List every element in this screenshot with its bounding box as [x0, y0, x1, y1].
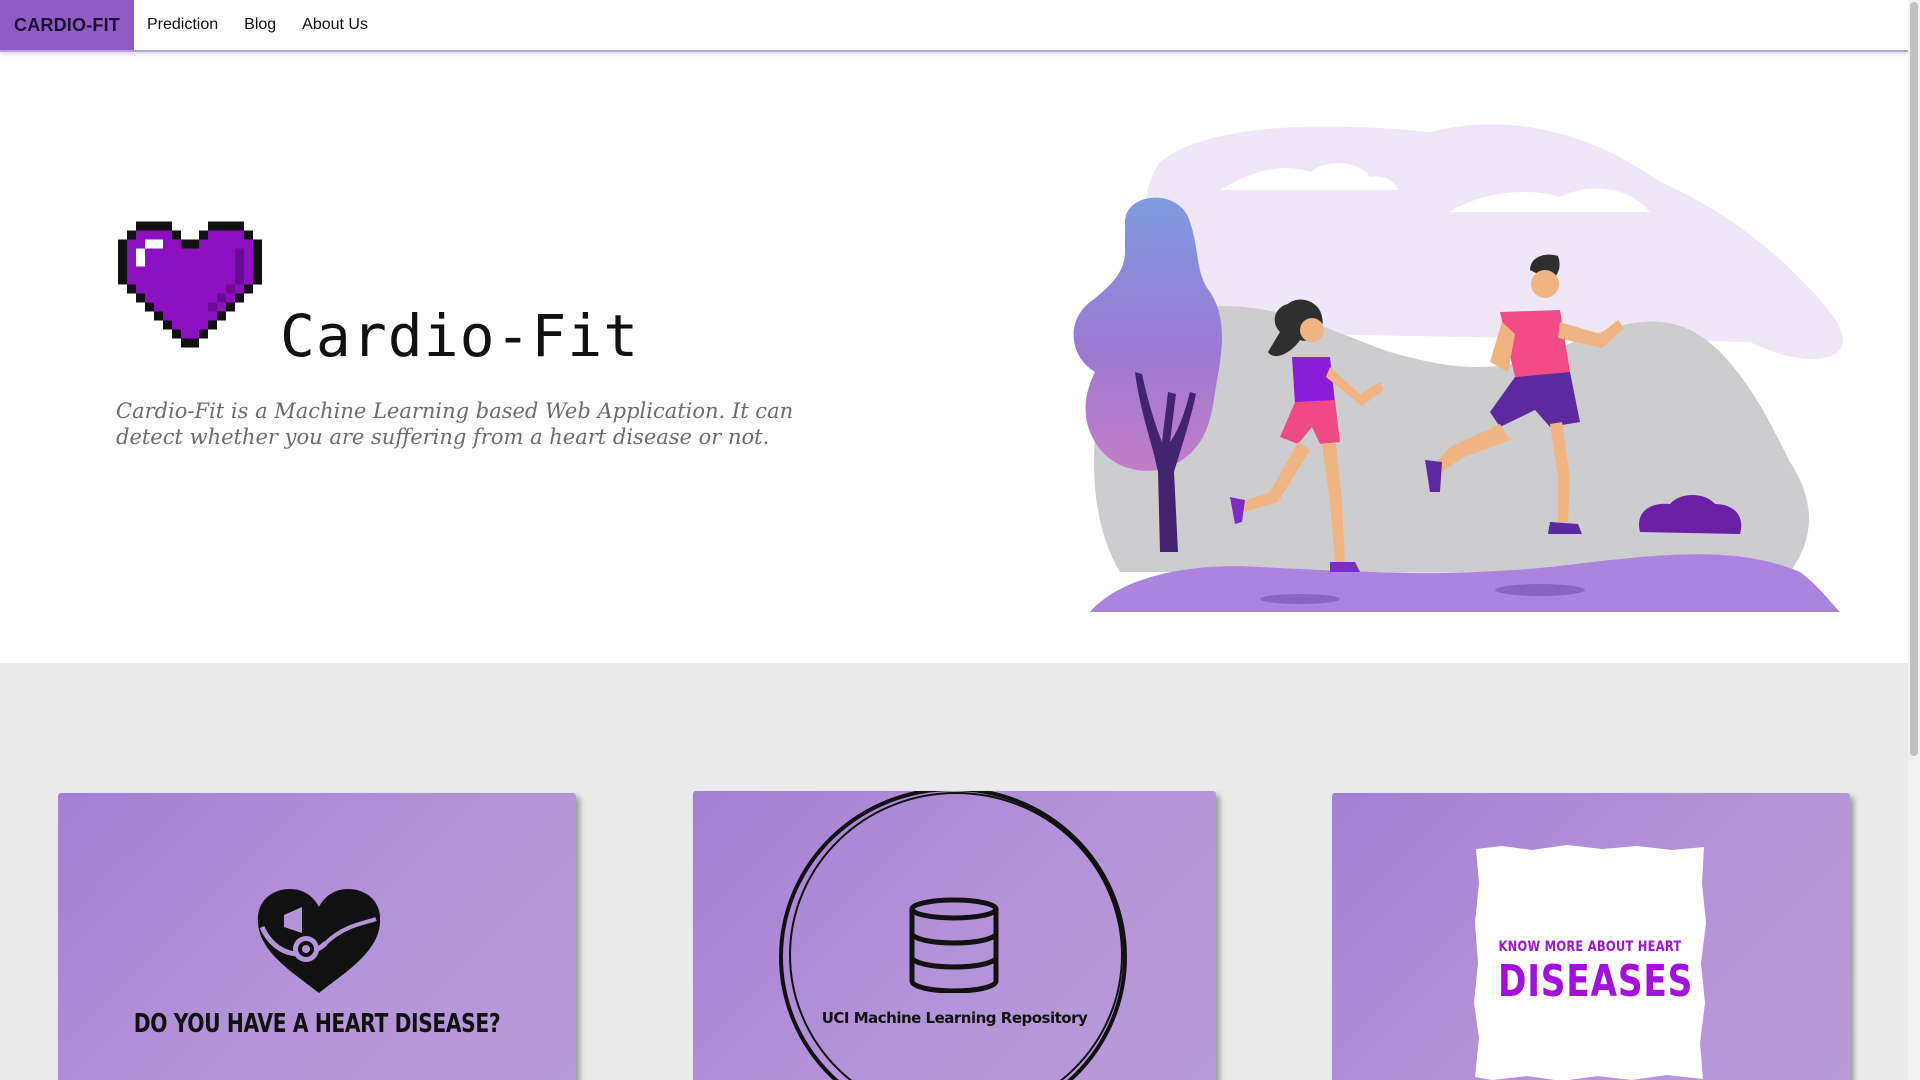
hero-section: Cardio-Fit Cardio-Fit is a Machine Learn… [0, 52, 1908, 663]
diseases-label: DISEASES [1497, 956, 1694, 1007]
heart-stethoscope-icon [257, 889, 381, 993]
site-title: Cardio-Fit [280, 302, 640, 370]
uci-repository-card[interactable]: UCI Machine Learning Repository [693, 791, 1216, 1080]
nav-link-about-us[interactable]: About Us [289, 0, 381, 50]
heart-diseases-info-card[interactable]: KNOW MORE ABOUT HEART DISEASES [1332, 793, 1850, 1080]
heart-disease-question: DO YOU HAVE A HEART DISEASE? [133, 1009, 501, 1039]
scrollbar-thumb[interactable] [1910, 2, 1918, 756]
nav-link-prediction[interactable]: Prediction [134, 0, 231, 50]
know-more-label: KNOW MORE ABOUT HEART [1498, 939, 1682, 955]
vertical-scrollbar[interactable] [1908, 0, 1920, 1080]
feature-section: DO YOU HAVE A HEART DISEASE? UCI Machine… [0, 663, 1908, 1080]
runners-illustration [1073, 124, 1843, 612]
uci-repository-label: UCI Machine Learning Repository [821, 1009, 1088, 1027]
navbar: CARDIO-FIT Prediction Blog About Us [0, 0, 1908, 52]
heart-disease-card[interactable]: DO YOU HAVE A HEART DISEASE? [58, 793, 576, 1080]
brand-link[interactable]: CARDIO-FIT [0, 0, 134, 50]
nav-link-blog[interactable]: Blog [231, 0, 289, 50]
hero-tagline: Cardio-Fit is a Machine Learning based W… [116, 399, 794, 449]
database-icon [909, 897, 999, 993]
pixel-heart-icon [118, 221, 262, 348]
